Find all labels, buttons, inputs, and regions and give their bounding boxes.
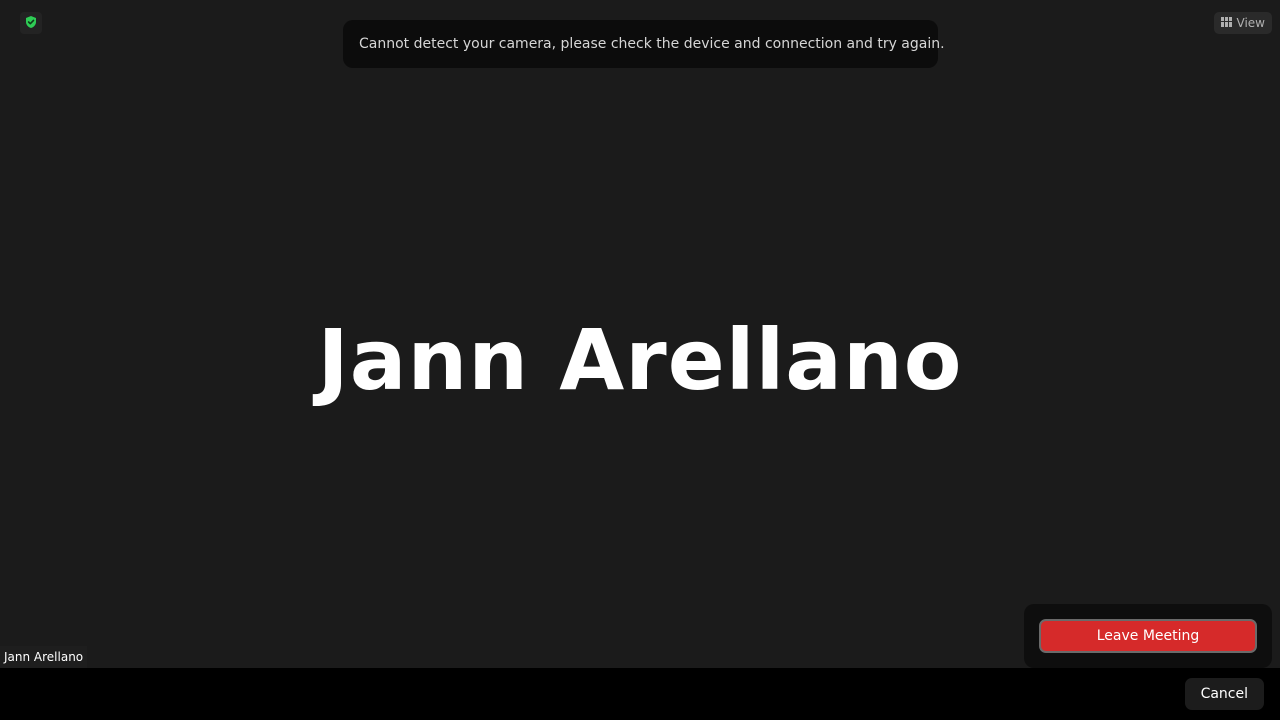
camera-error-toast: Cannot detect your camera, please check … — [343, 20, 945, 68]
view-label: View — [1236, 16, 1265, 30]
leave-meeting-button[interactable]: Leave Meeting — [1039, 619, 1257, 653]
video-stage: Cannot detect your camera, please check … — [0, 0, 1280, 668]
view-button[interactable]: View — [1213, 12, 1272, 34]
shield-check-icon — [24, 14, 38, 33]
bottom-toolbar: Cancel — [0, 668, 1280, 720]
participant-display-name: Jann Arellano — [317, 311, 963, 409]
cancel-button[interactable]: Cancel — [1184, 678, 1264, 710]
participant-name-tag: Jann Arellano — [0, 646, 88, 668]
toast-message: Cannot detect your camera, please check … — [359, 36, 945, 52]
security-shield-button[interactable] — [20, 12, 42, 34]
grid-icon — [1220, 16, 1232, 30]
